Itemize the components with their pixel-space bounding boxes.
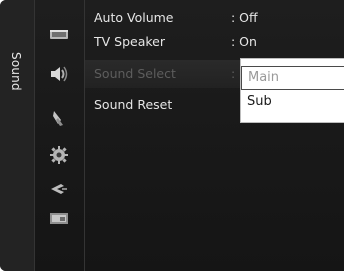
input-icon[interactable] — [47, 179, 71, 199]
dropdown-option-sub[interactable]: Sub — [241, 90, 344, 114]
osd-screen: Sound Auto Volume: Off TV Speaker: On … — [0, 0, 344, 273]
sound-settings-list: Auto Volume : Off TV Speaker : On Sound … — [94, 0, 344, 271]
tv-speaker-label: TV Speaker — [94, 34, 166, 49]
setup-icon[interactable] — [47, 145, 71, 165]
sound-select-label: Sound Select — [94, 66, 176, 81]
sound-reset-label: Sound Reset — [94, 97, 173, 112]
dropdown-option-main[interactable]: Main — [241, 66, 344, 90]
auto-volume-label: Auto Volume — [94, 10, 174, 25]
channel-icon[interactable] — [47, 108, 71, 128]
sound-icon[interactable] — [47, 64, 71, 84]
application-icon[interactable] — [47, 208, 71, 228]
picture-icon[interactable] — [47, 24, 71, 44]
tv-speaker-value: : On — [231, 34, 257, 49]
menu-icon-column — [35, 0, 85, 271]
sound-select-dropdown[interactable]: Main Sub — [240, 58, 344, 123]
sound-menu-panel: Sound Auto Volume: Off TV Speaker: On … — [0, 0, 344, 271]
category-title: Sound — [9, 52, 23, 91]
sound-select-colon: : — [231, 66, 236, 81]
auto-volume-row[interactable]: Auto Volume : Off — [94, 8, 344, 28]
tv-speaker-row[interactable]: TV Speaker : On — [94, 32, 344, 52]
auto-volume-value: : Off — [231, 10, 258, 25]
category-strip: Sound — [0, 0, 35, 271]
